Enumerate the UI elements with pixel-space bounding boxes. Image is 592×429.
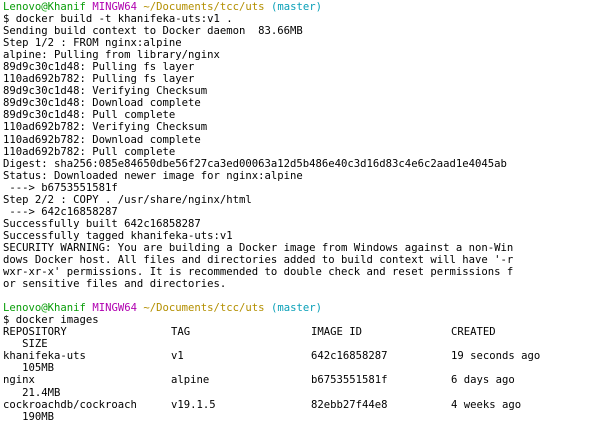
cell-tag: v1	[171, 350, 184, 363]
cell-size: 190MB	[3, 410, 55, 423]
column-header-tag: TAG	[171, 326, 191, 339]
table-header: REPOSITORY TAG IMAGE ID CREATED	[3, 326, 592, 338]
prompt-user: Lenovo@Khanif	[3, 302, 86, 315]
cell-image-id: b6753551581f	[311, 374, 388, 387]
output-line: Sending build context to Docker daemon 8…	[3, 25, 303, 38]
cell-repository: cockroachdb/cockroach	[3, 398, 137, 411]
table-row: cockroachdb/cockroach v19.1.5 82ebb27f44…	[3, 399, 592, 411]
prompt-path: ~/Documents/tcc/uts	[143, 302, 265, 315]
cell-created: 4 weeks ago	[451, 398, 522, 411]
output-line: 110ad692b782: Pulling fs layer	[3, 73, 195, 86]
output-line: 110ad692b782: Verifying Checksum	[3, 121, 208, 134]
warning-line: or sensitive files and directories.	[3, 278, 227, 291]
cell-repository: khanifeka-uts	[3, 350, 86, 363]
output-line: 110ad692b782: Download complete	[3, 133, 201, 146]
output-line: ---> 642c16858287	[3, 205, 118, 218]
output-line: 89d9c30c1d48: Pull complete	[3, 109, 176, 122]
cell-image-id: 642c16858287	[311, 350, 388, 363]
table-row: khanifeka-uts v1 642c16858287 19 seconds…	[3, 350, 592, 362]
warning-line: dows Docker host. All files and director…	[3, 253, 514, 266]
output-line: Successfully tagged khanifeka-uts:v1	[3, 229, 233, 242]
output-line: 110ad692b782: Pull complete	[3, 145, 176, 158]
prompt-line: Lenovo@Khanif MINGW64 ~/Documents/tcc/ut…	[3, 1, 592, 13]
terminal-window[interactable]: Lenovo@Khanif MINGW64 ~/Documents/tcc/ut…	[0, 0, 592, 429]
prompt-branch: (master)	[270, 1, 322, 13]
command-line: $ docker build -t khanifeka-uts:v1 .	[3, 13, 233, 26]
prompt-system: MINGW64	[92, 302, 137, 315]
output-line: 89d9c30c1d48: Pulling fs layer	[3, 61, 195, 74]
cell-size: 21.4MB	[3, 386, 61, 399]
prompt-path: ~/Documents/tcc/uts	[143, 1, 265, 13]
output-line: 89d9c30c1d48: Verifying Checksum	[3, 85, 208, 98]
column-header-size: SIZE	[3, 338, 48, 351]
prompt-system: MINGW64	[92, 1, 137, 13]
output-line: 89d9c30c1d48: Download complete	[3, 97, 201, 110]
cell-tag: alpine	[171, 374, 210, 387]
cell-size: 105MB	[3, 362, 55, 375]
table-row: nginx alpine b6753551581f 6 days ago	[3, 374, 592, 386]
cell-tag: v19.1.5	[171, 398, 216, 411]
column-header-created: CREATED	[451, 326, 496, 339]
warning-line: SECURITY WARNING: You are building a Doc…	[3, 241, 514, 254]
cell-created: 19 seconds ago	[451, 350, 541, 363]
prompt-branch: (master)	[270, 302, 322, 315]
cell-repository: nginx	[3, 374, 35, 387]
output-line: Status: Downloaded newer image for nginx…	[3, 169, 303, 182]
command-line: $ docker images	[3, 314, 99, 327]
column-header-repository: REPOSITORY	[3, 326, 67, 339]
cell-image-id: 82ebb27f44e8	[311, 398, 388, 411]
output-line: Step 2/2 : COPY . /usr/share/nginx/html	[3, 193, 252, 206]
output-line: Digest: sha256:085e84650dbe56f27ca3ed000…	[3, 157, 507, 170]
column-header-image-id: IMAGE ID	[311, 326, 363, 339]
output-line: ---> b6753551581f	[3, 181, 118, 194]
output-line: alpine: Pulling from library/nginx	[3, 49, 220, 62]
cell-created: 6 days ago	[451, 374, 515, 387]
prompt-line: Lenovo@Khanif MINGW64 ~/Documents/tcc/ut…	[3, 302, 592, 314]
output-line: Step 1/2 : FROM nginx:alpine	[3, 37, 182, 50]
warning-line: wxr-xr-x' permissions. It is recommended…	[3, 266, 514, 279]
output-line: Successfully built 642c16858287	[3, 217, 201, 230]
prompt-user: Lenovo@Khanif	[3, 1, 86, 13]
